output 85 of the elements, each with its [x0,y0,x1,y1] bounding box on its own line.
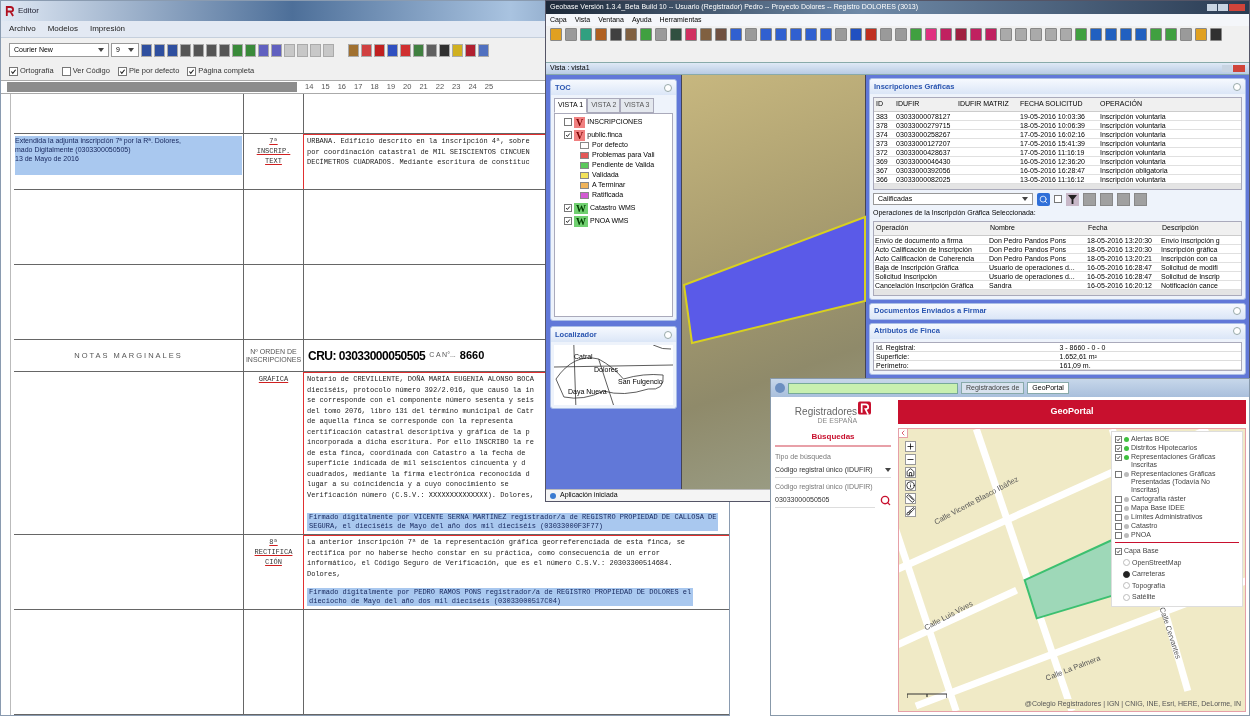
window-title: Editor [18,5,39,17]
menu-item[interactable]: Archivo [9,23,36,35]
checkbox[interactable] [564,131,572,139]
checkbox[interactable] [1115,436,1122,443]
collapse-button[interactable] [899,429,908,438]
dropdown-arrow-icon [885,467,891,472]
dropdown-arrow-icon [128,48,134,52]
scale-bar-icon [907,693,947,699]
layer-type-badge: W [574,202,588,214]
collapse-button[interactable] [1233,307,1241,315]
ruler-icon [906,494,915,503]
checkbox[interactable] [117,66,127,76]
brand-logo-icon [858,401,872,417]
search-tab[interactable]: Búsquedas [775,431,891,447]
layer-type-badge: V [574,116,586,128]
scrollbar[interactable] [874,183,1241,189]
toolbar-button[interactable] [426,43,437,57]
checkbox[interactable] [1115,471,1122,478]
plus-icon [906,442,915,451]
toolbar-button[interactable] [141,43,152,57]
checkbox[interactable] [1115,454,1122,461]
measure-button[interactable] [905,493,916,504]
checkbox[interactable] [564,217,572,225]
menu-item[interactable]: Impresión [89,23,126,35]
checkbox[interactable] [1115,532,1122,539]
toolbar-button[interactable] [439,43,450,57]
zoom-in-button[interactable] [905,441,916,452]
checkbox[interactable] [1115,496,1122,503]
scrollbar[interactable] [874,289,1241,295]
finca-number: 8660 [459,348,485,364]
status-icon [550,492,556,499]
app-logo-icon [5,5,14,17]
toolbar-button[interactable] [193,43,204,57]
toolbar-button[interactable] [167,43,178,57]
checkbox[interactable] [1115,547,1122,555]
toolbar-button[interactable] [1210,28,1222,41]
toolbar-button[interactable] [374,43,385,57]
layer-type-badge: V [574,129,586,141]
checkbox[interactable] [61,66,71,76]
toolbar-button[interactable] [465,43,476,57]
dropdown-arrow-icon [98,48,104,52]
menu-item[interactable]: Modelos [47,23,78,35]
checkbox[interactable] [1115,523,1122,530]
radio-button[interactable] [1123,570,1130,578]
checkbox[interactable] [1115,445,1122,452]
cru-code: CRU: 03033000050505 [308,347,426,365]
back-button[interactable] [775,383,785,393]
search-icon [879,494,891,506]
filter-button[interactable] [1066,192,1079,206]
collapse-button[interactable] [1233,82,1241,91]
address-field[interactable] [788,382,958,394]
brush-icon [906,507,915,516]
toolbar-button[interactable] [180,43,191,57]
brand-name: Registradores [794,406,858,417]
home-icon [906,468,915,477]
search-button[interactable] [879,494,891,507]
toolbar-button[interactable] [219,43,230,57]
header-title: GeoPortal [1050,405,1094,419]
checkbox[interactable] [187,66,197,76]
toolbar-button[interactable] [206,43,217,57]
radio-button[interactable] [1123,559,1130,567]
checkbox[interactable] [1054,195,1062,203]
search-icon [1039,194,1048,204]
toolbar-button[interactable] [154,43,165,57]
search-button[interactable] [1037,192,1050,206]
radio-button[interactable] [1123,582,1130,590]
info-icon [906,481,915,490]
collapse-button[interactable] [664,83,672,92]
checkbox[interactable] [1115,505,1122,512]
checkbox[interactable] [9,66,18,76]
collapse-button[interactable] [1233,327,1241,335]
filter-icon [1068,194,1077,204]
dropdown-arrow-icon [1022,197,1028,201]
clear-button[interactable] [905,506,916,517]
zoom-out-button[interactable] [905,454,916,465]
chevron-left-icon [899,429,907,437]
info-button[interactable] [905,480,916,491]
checkbox[interactable] [1115,514,1122,521]
toolbar-button[interactable] [387,43,398,57]
checkbox[interactable] [564,118,572,126]
collapse-button[interactable] [664,330,672,339]
layer-type-badge: W [574,215,588,227]
radio-button[interactable] [1123,593,1130,601]
home-button[interactable] [905,467,916,478]
checkbox[interactable] [564,204,572,212]
